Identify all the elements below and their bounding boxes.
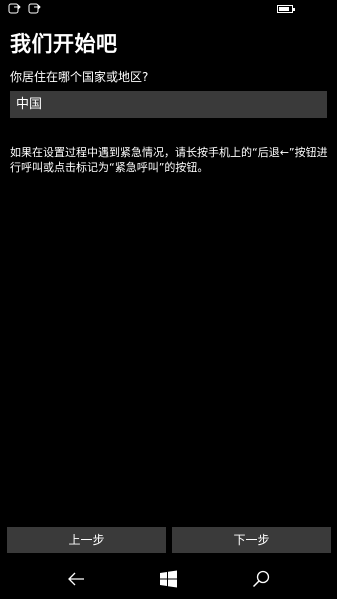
call-forward-icon — [28, 3, 42, 15]
search-icon[interactable] — [251, 569, 271, 589]
page-title: 我们开始吧 — [10, 32, 118, 56]
country-select-value: 中国 — [16, 97, 43, 112]
next-button[interactable]: 下一步 — [172, 527, 331, 553]
region-question-label: 你居住在哪个国家或地区? — [10, 70, 149, 84]
country-select[interactable]: 中国 — [10, 91, 327, 118]
next-button-label: 下一步 — [233, 533, 270, 547]
status-bar — [0, 0, 337, 20]
back-button-label: 上一步 — [68, 533, 105, 547]
emergency-info-text: 如果在设置过程中遇到紧急情况，请长按手机上的“后退←”按钮进行呼叫或点击标记为“… — [10, 146, 328, 174]
battery-level — [279, 7, 290, 11]
back-button[interactable]: 上一步 — [7, 527, 166, 553]
status-icons — [8, 3, 42, 15]
navigation-buttons: 上一步 下一步 — [7, 527, 331, 553]
back-arrow-icon[interactable] — [66, 569, 86, 589]
call-forward-icon — [8, 3, 22, 15]
windows-start-icon[interactable] — [159, 569, 179, 589]
battery-icon — [277, 5, 295, 13]
system-nav-bar — [0, 559, 337, 599]
